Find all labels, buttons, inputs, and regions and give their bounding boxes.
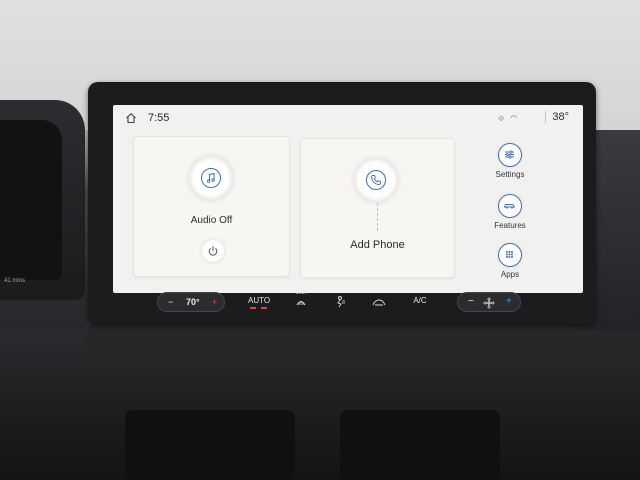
- audio-power-button[interactable]: [202, 240, 224, 262]
- features-button[interactable]: Features: [473, 194, 547, 230]
- settings-button[interactable]: Settings: [473, 143, 547, 179]
- audio-card[interactable]: Audio Off: [133, 136, 290, 277]
- recirculation-icon[interactable]: [372, 298, 386, 308]
- apps-button[interactable]: Apps: [473, 243, 547, 279]
- temp-increase-button[interactable]: +: [212, 297, 217, 307]
- fan-speed-control: − +: [457, 292, 521, 312]
- status-bar: 7:55 ⟐ ◠ 38°: [113, 105, 583, 131]
- fan-icon: [483, 297, 495, 309]
- power-icon: [208, 246, 218, 256]
- music-note-icon: [206, 172, 215, 183]
- sliders-icon: [505, 150, 514, 159]
- audio-source-button[interactable]: [189, 156, 233, 200]
- touchscreen: 7:55 ⟐ ◠ 38° Audio Off Add Phone Setting…: [113, 105, 583, 293]
- fan-increase-button[interactable]: +: [506, 296, 512, 307]
- temperature-control: − 70° +: [157, 292, 225, 312]
- ac-button[interactable]: A/C: [412, 296, 428, 322]
- air-vent-left: [125, 410, 295, 480]
- connectivity-icon: ⟐ ◠: [498, 114, 519, 123]
- settings-label: Settings: [495, 170, 525, 179]
- instrument-cluster-screen: [0, 120, 62, 280]
- auto-indicator: [250, 307, 267, 309]
- outside-temperature: 38°: [545, 111, 569, 123]
- phone-card[interactable]: Add Phone: [300, 138, 455, 278]
- grid-icon: [506, 251, 513, 258]
- air-vent-right: [340, 410, 500, 480]
- max-defrost-icon[interactable]: [295, 297, 307, 307]
- phone-icon: [371, 175, 381, 185]
- add-phone-button[interactable]: [354, 158, 398, 202]
- vehicle-icon: [503, 204, 516, 209]
- features-label: Features: [494, 221, 526, 230]
- home-icon[interactable]: [125, 112, 137, 124]
- climate-control-bar: − 70° + AUTO MAX A/C − +: [150, 290, 525, 316]
- add-phone-label: Add Phone: [350, 239, 405, 251]
- connector-line: [377, 203, 378, 231]
- fan-decrease-button[interactable]: −: [468, 296, 474, 307]
- apps-label: Apps: [500, 270, 520, 279]
- temperature-value: 70°: [186, 297, 200, 307]
- auto-climate-button[interactable]: AUTO: [248, 296, 270, 322]
- clock: 7:55: [148, 112, 170, 124]
- audio-status-label: Audio Off: [190, 215, 233, 226]
- cluster-text: 41 mins: [4, 278, 26, 284]
- airflow-mode-icon[interactable]: [333, 295, 347, 309]
- temp-decrease-button[interactable]: −: [168, 297, 173, 307]
